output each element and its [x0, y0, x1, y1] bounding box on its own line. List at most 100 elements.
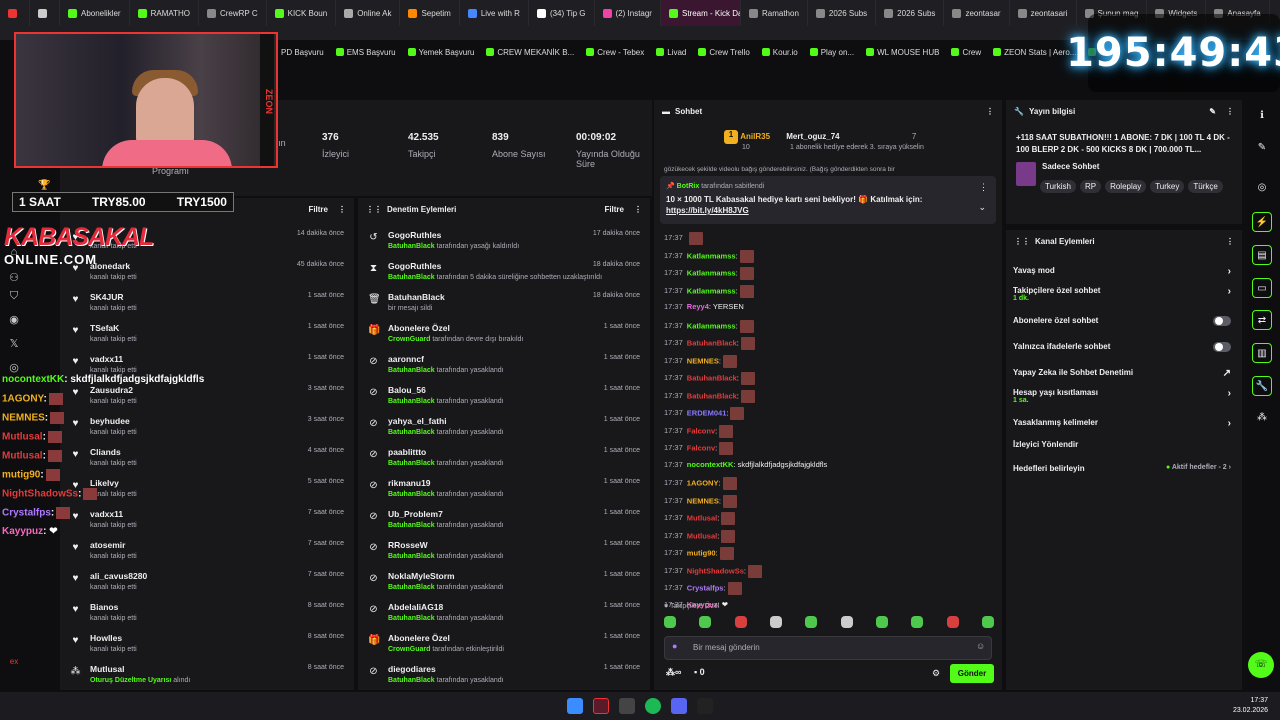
channel-action-item[interactable]: Yapay Zeka ile Sohbet Denetimi ↗ [1013, 368, 1235, 379]
moderation-target[interactable]: AbdelaliAG18 [388, 602, 443, 612]
channel-action-item[interactable]: Takipçilere özel sohbet 1 dk. › [1013, 286, 1235, 302]
moderation-target[interactable]: GogoRuthles [388, 230, 441, 240]
shield-icon[interactable]: ⛉ [8, 290, 20, 302]
emoji-icon[interactable]: ☺ [976, 641, 985, 651]
pinned-link[interactable]: https://bit.ly/4kH8JVG [666, 206, 990, 215]
moderation-menu-icon[interactable]: ⋮ [634, 205, 642, 214]
browser-tab[interactable]: 2026 Subs [808, 0, 877, 26]
kick-icon[interactable]: ex [8, 656, 20, 668]
browser-tab[interactable]: 2026 Subs [876, 0, 945, 26]
channel-actions-menu-icon[interactable]: ⋮ [1226, 237, 1234, 246]
layout-icon[interactable]: ▥ [1252, 343, 1272, 363]
activity-filter-button[interactable]: Filtre [308, 205, 328, 214]
browser-tab[interactable] [0, 0, 30, 26]
browser-tab[interactable]: zeontasari [1010, 0, 1077, 26]
chat-username[interactable]: BatuhanBlack [687, 391, 737, 400]
moderator-name[interactable]: BatuhanBlack [388, 677, 435, 684]
moderator-name[interactable]: BatuhanBlack [388, 274, 435, 281]
stream-tag[interactable]: Turkish [1040, 180, 1076, 193]
emote-icon[interactable] [911, 616, 924, 628]
activity-user[interactable]: Mutlusal [90, 664, 124, 674]
support-icon[interactable]: ☏ [1248, 652, 1274, 678]
moderator-name[interactable]: BatuhanBlack [388, 398, 435, 405]
chat-username[interactable]: BatuhanBlack [687, 373, 737, 382]
chevron-right-icon[interactable]: › [1228, 418, 1231, 429]
moderation-row[interactable]: ⊘ NoklaMyleStorm BatuhanBlack tarafından y… [358, 569, 650, 600]
emote-icon[interactable] [664, 616, 676, 628]
discord-taskbar-icon[interactable] [671, 698, 687, 714]
tools-icon[interactable]: 🔧 [1252, 376, 1272, 396]
browser-tab[interactable]: (2) Instagr [595, 0, 661, 26]
activity-user[interactable]: ali_cavus8280 [90, 571, 147, 581]
moderation-target[interactable]: paablittto [388, 447, 426, 457]
users-icon[interactable]: ⚇ [8, 272, 20, 284]
chat-username[interactable]: Katlanmamss [687, 251, 736, 260]
activity-row[interactable]: ⁂ Mutlusal Oturuş Düzeltme Uyarısı alındı 8… [60, 662, 354, 693]
browser-tab[interactable]: (34) Tip G [529, 0, 595, 26]
chat-menu-icon[interactable]: ⋮ [986, 107, 994, 116]
channel-action-item[interactable]: Yasaklanmış kelimeler › [1013, 418, 1235, 429]
moderator-name[interactable]: BatuhanBlack [388, 460, 435, 467]
chat-username[interactable]: Mutlusal [687, 513, 717, 522]
moderation-row[interactable]: 🎁 Abonelere Özel CrownGuard tarafından etk… [358, 631, 650, 662]
drag-handle-icon[interactable]: ⋮⋮ [1014, 237, 1030, 246]
moderator-name[interactable]: BatuhanBlack [388, 367, 435, 374]
stream-tag[interactable]: Roleplay [1105, 180, 1147, 193]
bookmark-item[interactable]: Crew - Tebex [586, 48, 644, 57]
pinned-menu-icon[interactable]: ⋮ [979, 182, 988, 193]
channel-action-item[interactable]: Yalnızca ifadelerle sohbet [1013, 342, 1235, 352]
toggle-switch[interactable] [1213, 342, 1231, 352]
note-icon[interactable]: ▤ [1252, 245, 1272, 265]
bolt-icon[interactable]: ⚡ [1252, 212, 1272, 232]
emote-icon[interactable] [805, 616, 818, 628]
moderation-row[interactable]: ⧗ GogoRuthles BatuhanBlack tarafından 5 da… [358, 259, 650, 290]
moderation-row[interactable]: ⊘ rikmanu19 BatuhanBlack tarafından yasakl… [358, 476, 650, 507]
bookmark-item[interactable]: WL MOUSE HUB [866, 48, 939, 57]
chat-username[interactable]: Falconv [687, 443, 715, 452]
moderation-row[interactable]: ⊘ paablittto BatuhanBlack tarafından yasak… [358, 445, 650, 476]
x-icon[interactable]: 𝕏 [8, 338, 20, 350]
chat-input[interactable]: Bir mesaj gönderin [664, 636, 992, 660]
chat-username[interactable]: NightShadowSs [687, 566, 744, 575]
activity-user[interactable]: TSefaK [90, 323, 119, 333]
moderation-drag-icon[interactable]: ⋮⋮ [366, 205, 382, 214]
stream-tag[interactable]: Turkey [1150, 180, 1185, 193]
info-icon[interactable]: ℹ [1252, 106, 1272, 126]
bookmark-item[interactable]: EMS Başvuru [335, 48, 396, 57]
bookmark-item[interactable]: Crew [951, 48, 981, 57]
stream-tag[interactable]: RP [1079, 180, 1102, 193]
emote-icon[interactable] [981, 616, 994, 628]
moderator-name[interactable]: BatuhanBlack [388, 491, 435, 498]
target-icon[interactable]: ◎ [1252, 178, 1272, 198]
channel-action-item[interactable]: İzleyici Yönlendir [1013, 440, 1235, 449]
emote-icon[interactable] [734, 616, 747, 628]
moderation-filter-button[interactable]: Filtre [604, 205, 624, 214]
moderation-target[interactable]: GogoRuthles [388, 261, 441, 271]
moderator-name[interactable]: BatuhanBlack [388, 615, 435, 622]
moderation-row[interactable]: ⊘ Balou_56 BatuhanBlack tarafından yasakla… [358, 383, 650, 414]
chat-username[interactable]: 1AGONY [687, 478, 719, 487]
channel-action-item[interactable]: Abonelere özel sohbet [1013, 316, 1235, 326]
emote-icon[interactable] [769, 616, 782, 628]
stream-info-menu-icon[interactable]: ⋮ [1226, 107, 1234, 116]
moderator-name[interactable]: CrownGuard [388, 336, 430, 343]
activity-user[interactable]: Howlles [90, 633, 122, 643]
moderation-row[interactable]: ⊘ diegodiares BatuhanBlack tarafından yasa… [358, 662, 650, 693]
pinned-expand-icon[interactable]: ⌄ [978, 202, 986, 213]
moderator-name[interactable]: BatuhanBlack [388, 522, 435, 529]
moderation-row[interactable]: ⊘ yahya_el_fathi BatuhanBlack tarafından y… [358, 414, 650, 445]
moderation-target[interactable]: aaronncf [388, 354, 424, 364]
browser-tab[interactable]: zeontasar [944, 0, 1010, 26]
windows-start-icon[interactable] [567, 698, 583, 714]
instagram-icon[interactable]: ◎ [8, 362, 20, 374]
top-gifter-1[interactable]: AnilR35 [740, 132, 770, 141]
nodes-icon[interactable]: ⁂ [1252, 408, 1272, 428]
moderator-name[interactable]: BatuhanBlack [388, 243, 435, 250]
channel-action-item[interactable]: Yavaş mod › [1013, 266, 1235, 277]
bookmark-item[interactable]: Crew Trello [698, 48, 750, 57]
mic-icon[interactable]: ● [672, 641, 682, 653]
emote-icon[interactable] [946, 616, 959, 628]
bookmark-item[interactable]: Play on... [809, 48, 854, 57]
browser-tab[interactable] [30, 0, 60, 26]
epic-games-icon[interactable] [697, 698, 713, 714]
